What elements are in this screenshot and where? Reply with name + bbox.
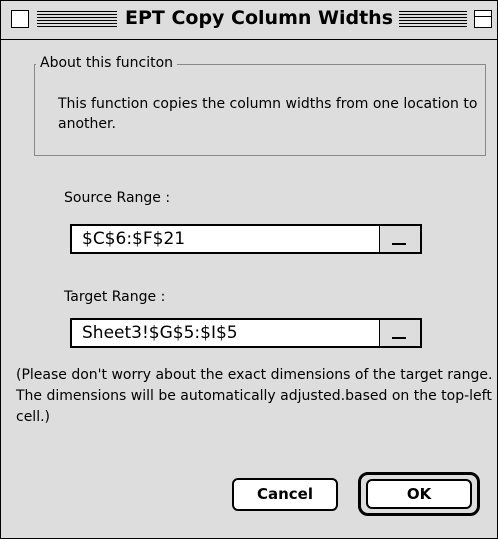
zoom-box-icon[interactable] — [474, 10, 492, 28]
about-description: This function copies the column widths f… — [58, 96, 478, 132]
target-range-field[interactable]: Sheet3!$G$5:$I$5 — [70, 318, 422, 348]
source-range-value[interactable]: $C$6:$F$21 — [82, 229, 185, 249]
source-range-field[interactable]: $C$6:$F$21 — [70, 224, 422, 254]
window-title: EPT Copy Column Widths — [124, 7, 394, 29]
title-bar[interactable]: EPT Copy Column Widths — [1, 1, 497, 40]
close-box-icon[interactable] — [11, 10, 29, 28]
source-range-label: Source Range : — [64, 190, 171, 206]
range-collapse-icon[interactable] — [379, 226, 420, 252]
about-group-label: About this funciton — [36, 55, 178, 71]
cancel-button[interactable]: Cancel — [232, 478, 338, 511]
title-stripes-right — [399, 11, 467, 27]
title-stripes-left — [37, 11, 117, 27]
target-range-value[interactable]: Sheet3!$G$5:$I$5 — [82, 323, 238, 343]
ok-button[interactable]: OK — [366, 479, 472, 509]
note-text: (Please don't worry about the exact dime… — [16, 367, 493, 425]
range-collapse-icon[interactable] — [379, 320, 420, 346]
target-range-label: Target Range : — [64, 289, 166, 305]
